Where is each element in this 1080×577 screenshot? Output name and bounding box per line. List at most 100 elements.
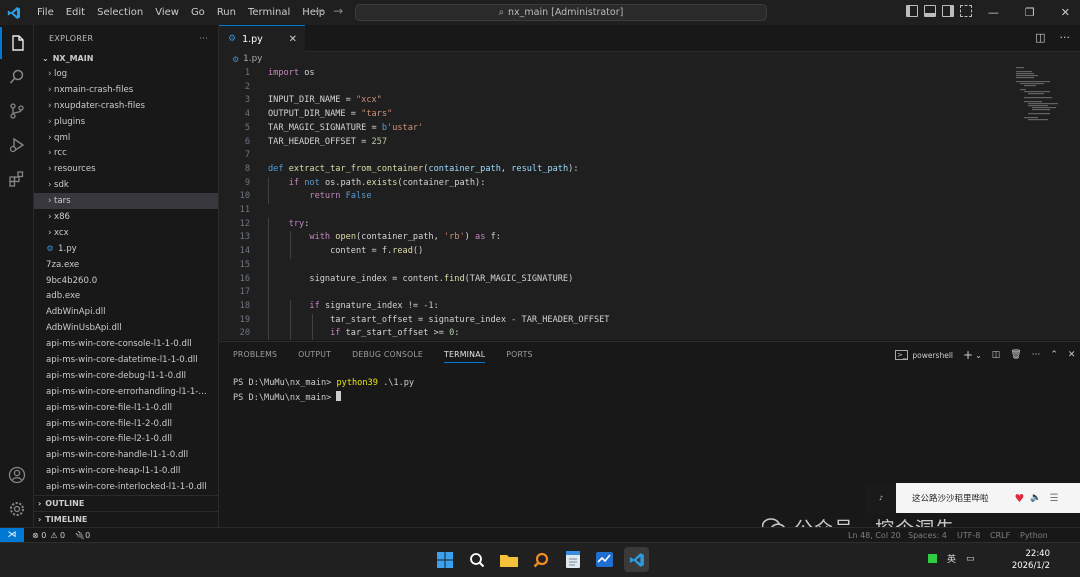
- menu-view[interactable]: View: [149, 0, 185, 25]
- volume-icon[interactable]: 🔈: [1030, 493, 1041, 503]
- run-debug-icon[interactable]: [0, 129, 34, 161]
- toggle-secondary-sidebar-icon[interactable]: [942, 5, 954, 17]
- back-arrow-icon[interactable]: ←: [315, 4, 325, 18]
- split-editor-icon[interactable]: ◫: [1035, 31, 1045, 44]
- file-item[interactable]: api-ms-win-core-errorhandling-l1-1-...: [34, 384, 218, 400]
- encoding[interactable]: UTF-8: [957, 531, 980, 540]
- vscode-taskbar-icon[interactable]: [624, 547, 649, 572]
- search-activity-icon[interactable]: [0, 61, 34, 93]
- file-item[interactable]: AdbWinUsbApi.dll: [34, 320, 218, 336]
- close-tab-icon[interactable]: ✕: [289, 34, 297, 45]
- file-item[interactable]: api-ms-win-core-file-l1-1-0.dll: [34, 400, 218, 416]
- new-terminal-icon[interactable]: +: [963, 348, 973, 362]
- restore-icon[interactable]: ❐: [1025, 6, 1035, 19]
- command-center[interactable]: ⌕ nx_main [Administrator]: [355, 4, 767, 21]
- file-item[interactable]: api-ms-win-core-handle-l1-1-0.dll: [34, 447, 218, 463]
- folder-xcx[interactable]: › xcx: [34, 225, 218, 241]
- toggle-panel-icon[interactable]: [924, 5, 936, 17]
- chevron-down-icon[interactable]: ⌄: [975, 351, 982, 360]
- outline-section[interactable]: › OUTLINE: [34, 495, 218, 511]
- close-panel-icon[interactable]: ✕: [1068, 350, 1076, 360]
- file-item[interactable]: api-ms-win-core-debug-l1-1-0.dll: [34, 368, 218, 384]
- source-control-icon[interactable]: [0, 95, 34, 127]
- file-item[interactable]: api-ms-win-core-file-l2-1-0.dll: [34, 431, 218, 447]
- minimap[interactable]: [1016, 66, 1066, 126]
- tab-problems[interactable]: PROBLEMS: [233, 350, 277, 363]
- music-widget[interactable]: ♪ 这公路沙沙稻里哗啦 ♥ 🔈 ☰: [866, 483, 1080, 513]
- folder-qml[interactable]: › qml: [34, 130, 218, 146]
- close-window-icon[interactable]: ✕: [1061, 6, 1070, 19]
- menu-file[interactable]: File: [31, 0, 60, 25]
- tab-terminal[interactable]: TERMINAL: [444, 350, 486, 363]
- cursor-position[interactable]: Ln 48, Col 20: [848, 531, 901, 540]
- file-item[interactable]: api-ms-win-core-heap-l1-1-0.dll: [34, 463, 218, 479]
- windows-start-icon[interactable]: [432, 547, 457, 572]
- folder-resources[interactable]: › resources: [34, 161, 218, 177]
- folder-nxupdater-crash-files[interactable]: › nxupdater-crash-files: [34, 98, 218, 114]
- indentation[interactable]: Spaces: 4: [908, 531, 947, 540]
- menu-terminal[interactable]: Terminal: [242, 0, 296, 25]
- menu-selection[interactable]: Selection: [91, 0, 149, 25]
- menu-go[interactable]: Go: [185, 0, 211, 25]
- tray-app-icon[interactable]: [928, 554, 937, 563]
- customize-layout-icon[interactable]: [960, 5, 972, 17]
- notepad-icon[interactable]: [560, 547, 585, 572]
- folder-sdk[interactable]: › sdk: [34, 177, 218, 193]
- more-editor-actions-icon[interactable]: ···: [1060, 31, 1071, 44]
- file-item[interactable]: 7za.exe: [34, 257, 218, 273]
- folder-nxmain-crash-files[interactable]: › nxmain-crash-files: [34, 82, 218, 98]
- settings-gear-icon[interactable]: [0, 493, 34, 525]
- file-item[interactable]: api-ms-win-core-console-l1-1-0.dll: [34, 336, 218, 352]
- file-item[interactable]: AdbWinApi.dll: [34, 304, 218, 320]
- timeline-section[interactable]: › TIMELINE: [34, 511, 218, 527]
- tab-ports[interactable]: PORTS: [506, 350, 532, 363]
- file-item[interactable]: ⚙ 1.py: [34, 241, 218, 257]
- errors-count[interactable]: ⊗ 0: [32, 531, 46, 540]
- search-tool-icon[interactable]: [528, 547, 553, 572]
- clock[interactable]: 22:40 2026/1/2: [1010, 548, 1050, 572]
- folder-rcc[interactable]: › rcc: [34, 145, 218, 161]
- file-item[interactable]: adb.exe: [34, 288, 218, 304]
- maximize-panel-icon[interactable]: ⌃: [1050, 350, 1058, 360]
- line-ending[interactable]: CRLF: [990, 531, 1010, 540]
- forward-arrow-icon[interactable]: →: [333, 4, 343, 18]
- remote-icon[interactable]: ⋊: [0, 527, 24, 543]
- file-item[interactable]: api-ms-win-core-file-l1-2-0.dll: [34, 416, 218, 432]
- file-item[interactable]: 9bc4b260.0: [34, 273, 218, 289]
- menu-edit[interactable]: Edit: [60, 0, 91, 25]
- minimize-icon[interactable]: —: [988, 6, 999, 19]
- extensions-icon[interactable]: [0, 163, 34, 195]
- toggle-sidebar-icon[interactable]: [906, 5, 918, 17]
- tab-debug-console[interactable]: DEBUG CONSOLE: [352, 350, 423, 363]
- task-manager-icon[interactable]: [592, 547, 617, 572]
- code-editor[interactable]: 1 import os 2 3 INPUT_DIR_NAME = "xcx" 4 OUTPU…: [219, 66, 1080, 340]
- network-icon[interactable]: ▭: [966, 554, 975, 564]
- more-actions-icon[interactable]: ···: [1032, 350, 1041, 360]
- ime-indicator[interactable]: 英: [947, 552, 956, 565]
- file-item[interactable]: api-ms-win-core-datetime-l1-1-0.dll: [34, 352, 218, 368]
- file-explorer-icon[interactable]: [496, 547, 521, 572]
- search-icon[interactable]: [464, 547, 489, 572]
- workspace-root[interactable]: ⌄ NX_MAIN: [34, 51, 218, 66]
- folder-tars[interactable]: › tars: [34, 193, 218, 210]
- file-item[interactable]: api-ms-win-core-interlocked-l1-1-0.dll: [34, 479, 218, 495]
- trash-icon[interactable]: 🗑: [1010, 350, 1021, 360]
- warnings-count[interactable]: ⚠ 0: [50, 531, 65, 540]
- more-actions-icon[interactable]: ···: [199, 34, 208, 43]
- playlist-icon[interactable]: ☰: [1050, 493, 1059, 504]
- account-icon[interactable]: [0, 459, 34, 491]
- shell-name[interactable]: powershell: [912, 351, 953, 360]
- explorer-icon[interactable]: [0, 27, 34, 59]
- menu-run[interactable]: Run: [211, 0, 242, 25]
- terminal-output[interactable]: PS D:\MuMu\nx_main> python39 .\1.py PS D…: [233, 377, 414, 405]
- breadcrumb-file[interactable]: 1.py: [243, 54, 262, 64]
- heart-icon[interactable]: ♥: [1015, 492, 1025, 505]
- folder-x86[interactable]: › x86: [34, 209, 218, 225]
- folder-log[interactable]: › log: [34, 66, 218, 82]
- language-mode[interactable]: Python: [1020, 531, 1048, 540]
- folder-plugins[interactable]: › plugins: [34, 114, 218, 130]
- ports-count[interactable]: 🔌0: [75, 531, 90, 540]
- tab-output[interactable]: OUTPUT: [298, 350, 331, 363]
- tab-1-py[interactable]: ⚙ 1.py ✕: [219, 25, 305, 52]
- split-terminal-icon[interactable]: ◫: [992, 350, 1001, 360]
